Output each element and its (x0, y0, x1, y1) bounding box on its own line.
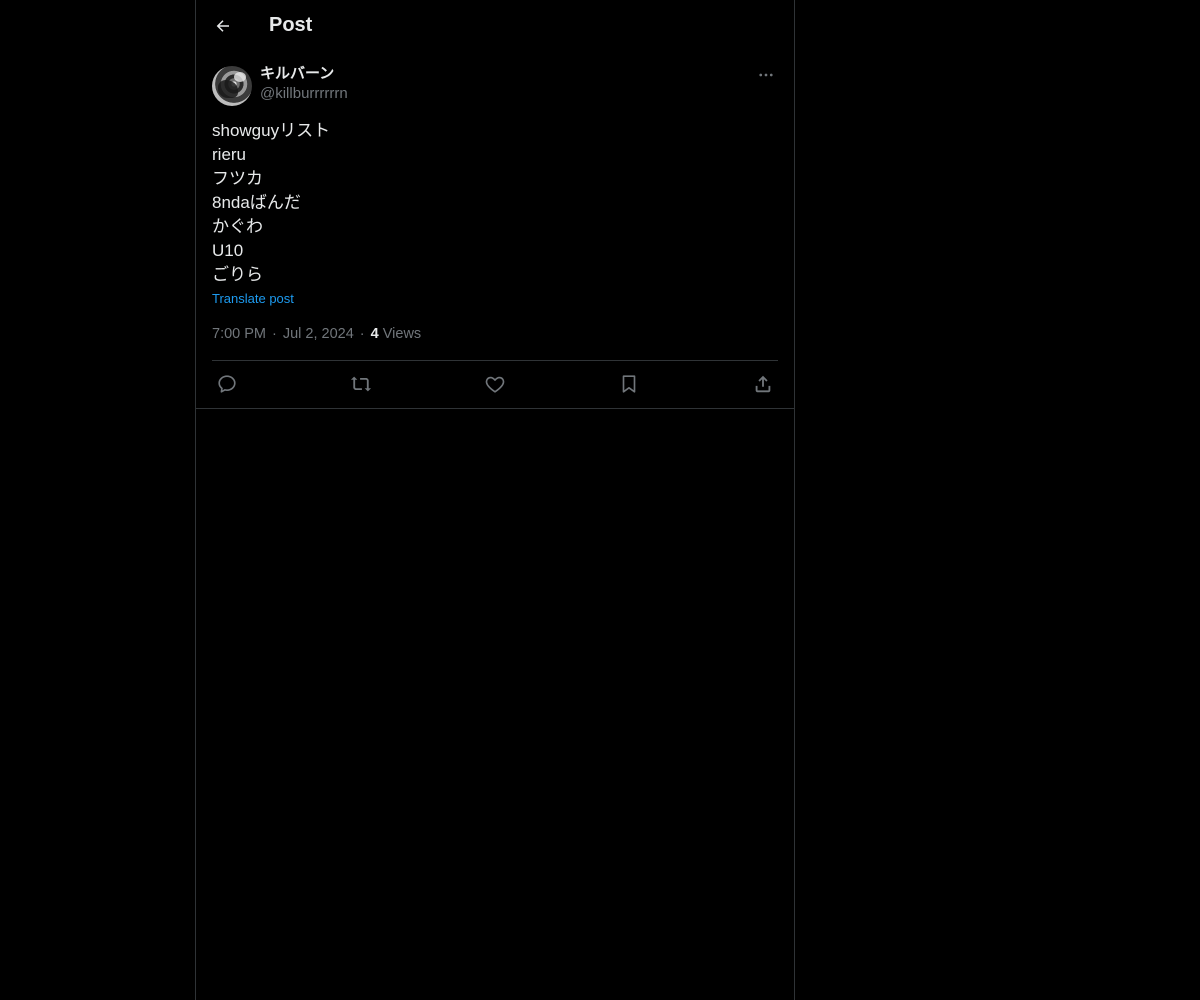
post-text-line: かぐわ (212, 217, 263, 236)
avatar[interactable] (212, 66, 252, 106)
more-options-button[interactable] (754, 63, 778, 87)
post-text-line: 8ndaばんだ (212, 193, 301, 212)
translate-post-link[interactable]: Translate post (212, 290, 294, 308)
post-meta: 7:00 PM · Jul 2, 2024 · 4 Views (212, 325, 421, 343)
bookmark-icon (622, 375, 636, 393)
reply-icon (218, 375, 236, 393)
post-text-line: rieru (212, 145, 247, 164)
meta-separator: · (359, 326, 365, 342)
post-text-line: showguyリスト (212, 121, 331, 140)
back-button[interactable] (206, 9, 240, 43)
share-icon (755, 375, 771, 393)
author-handle[interactable]: @killburrrrrrn (260, 84, 348, 104)
avatar-shade (218, 80, 238, 98)
repost-button[interactable] (346, 371, 376, 397)
share-button[interactable] (748, 371, 778, 397)
divider (212, 360, 778, 361)
reply-button[interactable] (212, 371, 242, 397)
more-dots-icon (759, 73, 773, 77)
back-arrow-icon (216, 20, 229, 32)
post-text-line: フツカ (212, 169, 263, 188)
meta-separator: · (272, 326, 277, 342)
bookmark-button[interactable] (614, 371, 644, 397)
post-time: 7:00 PM (212, 326, 266, 342)
heart-icon (485, 376, 505, 393)
views-count: 4 (370, 326, 379, 342)
post-time-link[interactable]: 7:00 PM · Jul 2, 2024 (212, 326, 354, 342)
post-text-line: ごりら (212, 265, 263, 284)
author-info: キルバーン @killburrrrrrn (260, 64, 348, 104)
repost-icon (350, 376, 372, 392)
post-date: Jul 2, 2024 (282, 326, 354, 342)
author-display-name[interactable]: キルバーン (260, 64, 348, 84)
post-bottom-border (196, 408, 794, 409)
avatar-highlight (234, 72, 246, 82)
post-header: Post (196, 0, 794, 53)
post-text-line: U10 (212, 241, 244, 260)
page-title: Post (269, 14, 313, 36)
primary-column: Post キルバーン @killburrrrrrn showguyリスト rie… (195, 0, 795, 1000)
post-text: showguyリスト rieru フツカ 8ndaばんだ かぐわ U10 ごりら (212, 119, 778, 287)
post-actions (212, 371, 778, 397)
like-button[interactable] (480, 371, 510, 397)
views-label: Views (382, 326, 422, 342)
